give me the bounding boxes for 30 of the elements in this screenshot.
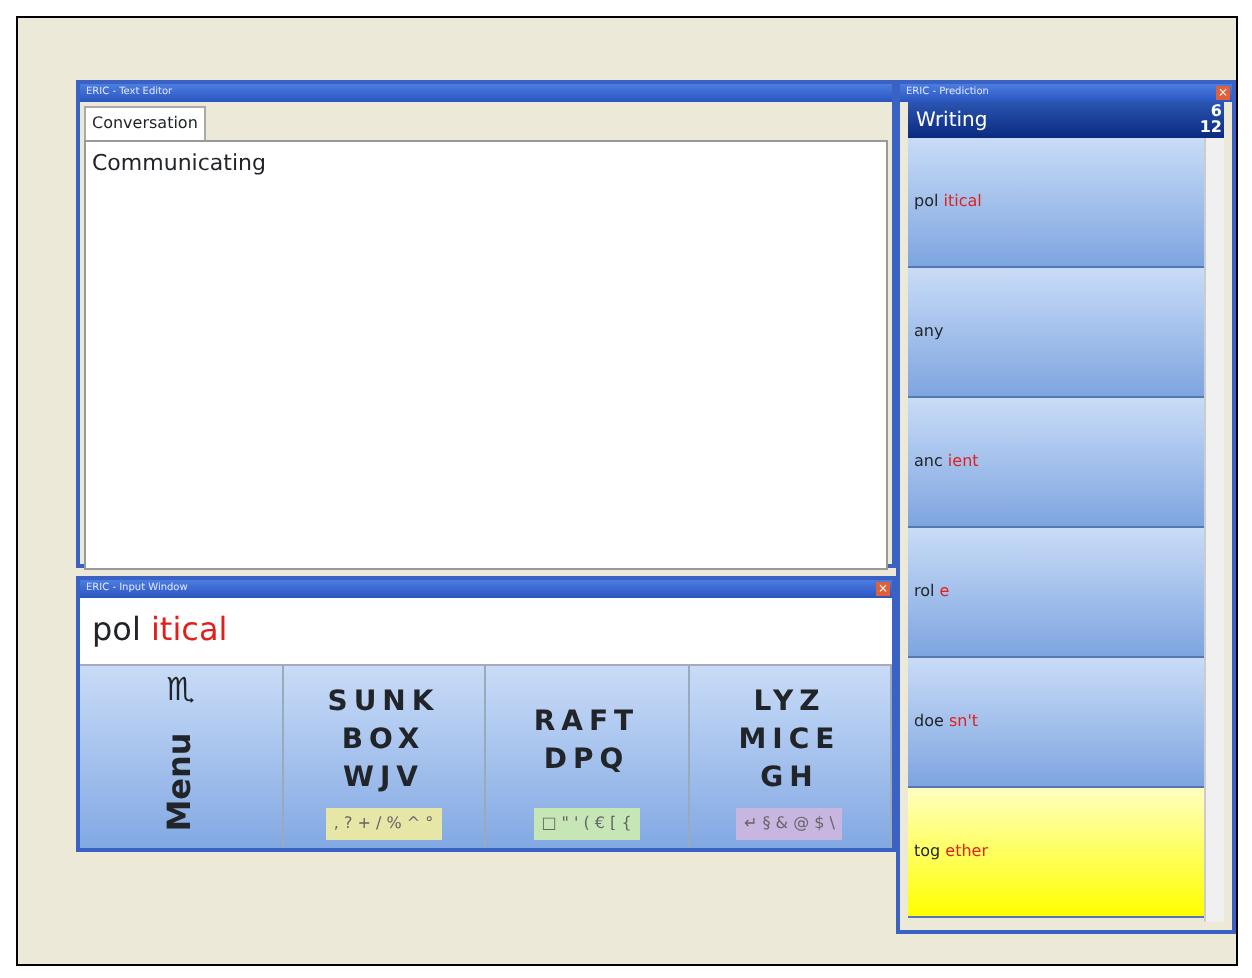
tab[interactable]: Conversation <box>84 106 206 140</box>
list-header: Writing <box>916 107 988 135</box>
key-letters: RAFT <box>533 703 640 741</box>
prediction-item[interactable]: anc ient <box>908 398 1204 528</box>
key-letters: SUNK <box>327 684 440 722</box>
prediction-item[interactable]: rol e <box>908 528 1204 658</box>
count: 6 <box>1208 104 1222 120</box>
key-letters: MICE <box>738 722 841 760</box>
prediction-item[interactable]: any <box>908 268 1204 398</box>
key-letters: LYZ <box>753 684 826 722</box>
letter-key[interactable]: LYZ MICE GH ↵ § & @ $ \ <box>689 666 892 848</box>
text-area[interactable]: Communicating <box>84 140 888 570</box>
count: 12 <box>1199 120 1222 136</box>
scrollbar[interactable] <box>1204 138 1224 922</box>
menu-label: Menu <box>158 731 201 831</box>
symbol-group: ↵ § & @ $ \ <box>736 808 843 840</box>
menu-key[interactable]: ♏ Menu <box>80 666 283 848</box>
key-letters: DPQ <box>543 741 630 779</box>
letter-key[interactable]: RAFT DPQ □ " ' ( € [ { <box>486 666 689 848</box>
prediction-item[interactable]: pol itical <box>908 138 1204 268</box>
symbol-group: , ? + / % ^ ° <box>325 808 442 840</box>
symbol-group: □ " ' ( € [ { <box>533 808 640 840</box>
input-field[interactable]: pol itical <box>80 598 892 666</box>
scorpio-symbol: ♏ <box>166 668 195 712</box>
letter-key[interactable]: SUNK BOX WJV , ? + / % ^ ° <box>283 666 486 848</box>
prediction-item[interactable]: doe sn't <box>908 658 1204 788</box>
key-letters: BOX <box>341 722 426 760</box>
key-letters: WJV <box>343 760 424 798</box>
prediction-item[interactable]: tog ether <box>908 788 1204 918</box>
key-letters: GH <box>760 760 819 798</box>
